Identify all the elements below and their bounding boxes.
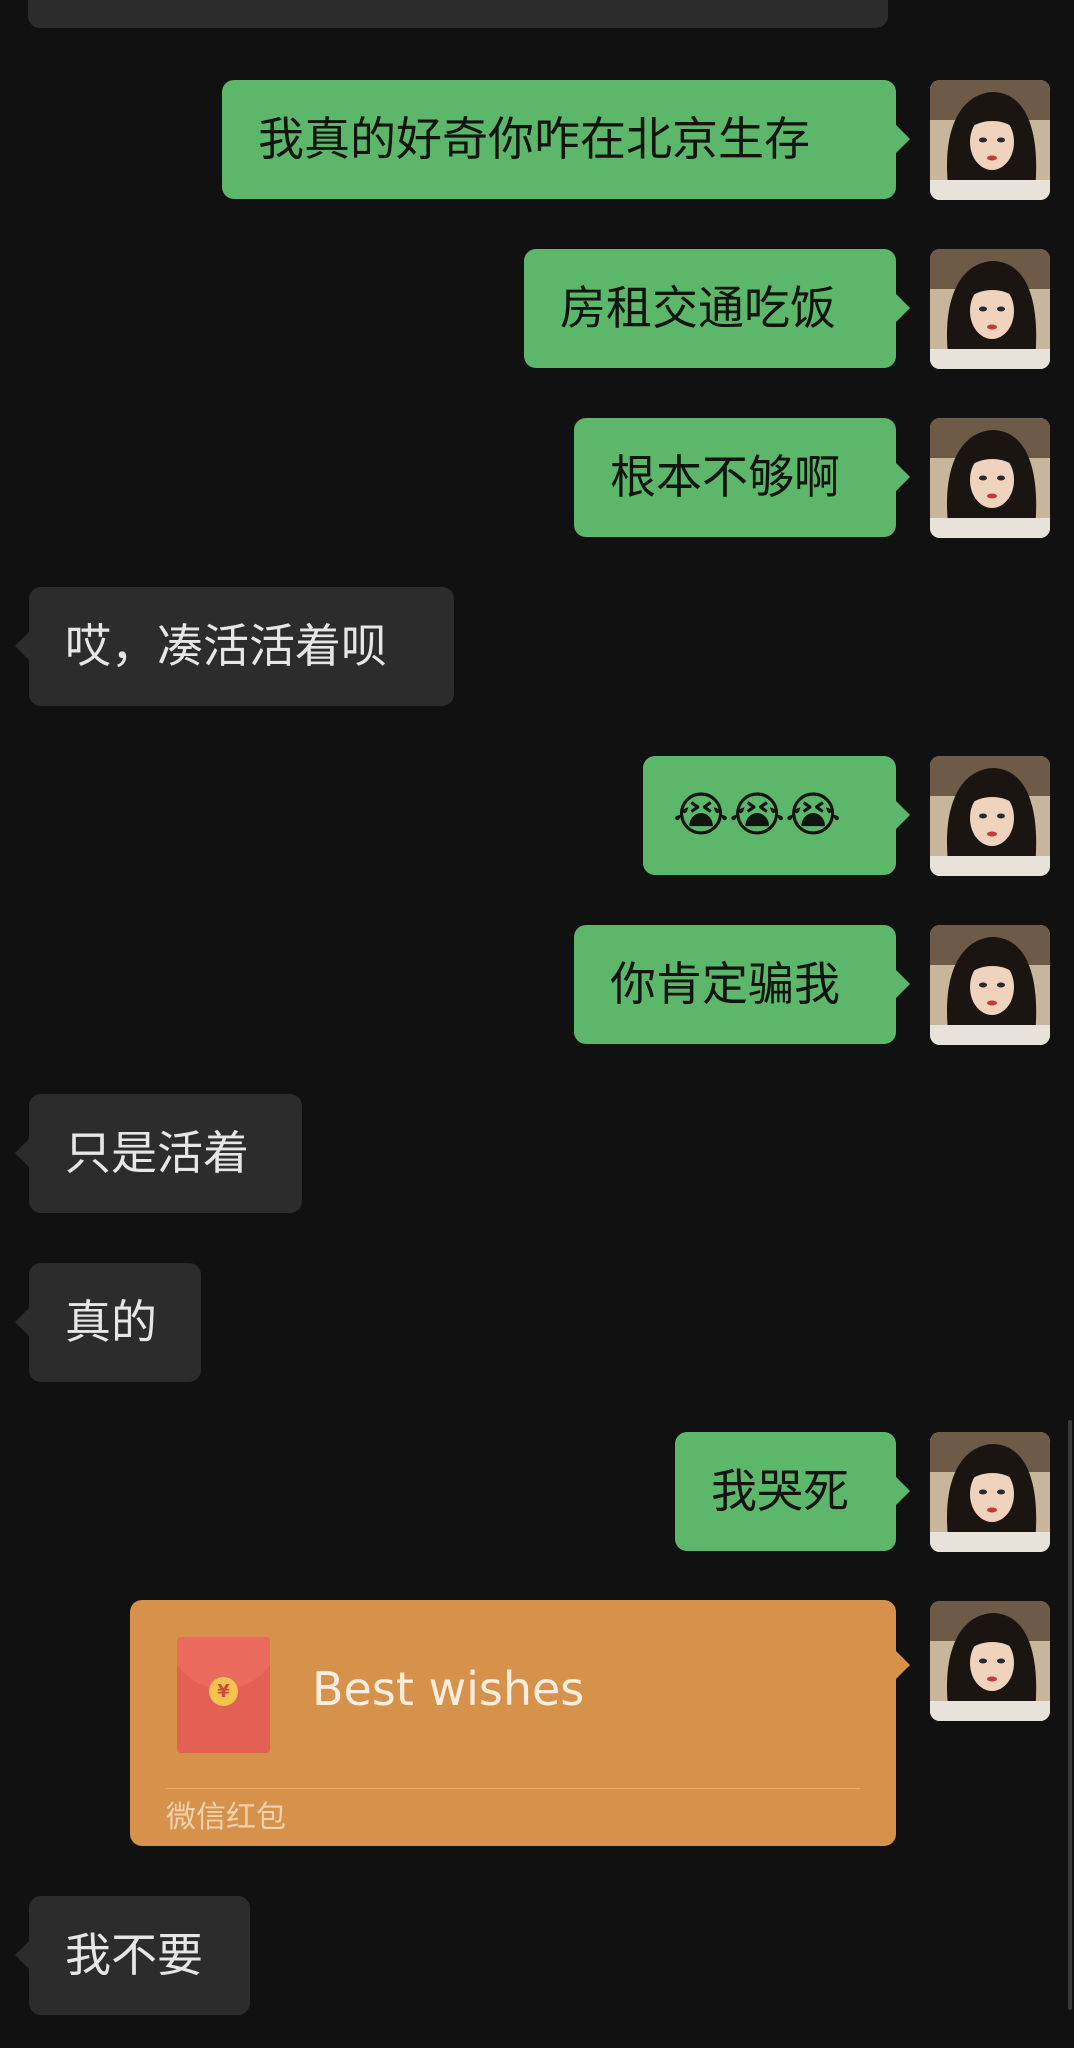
message-bubble-incoming[interactable]: 只是活着 — [15, 1094, 302, 1213]
avatar-icon — [930, 756, 1050, 876]
red-envelope-icon: ¥ — [177, 1637, 270, 1753]
message-bubble-outgoing[interactable]: 我真的好奇你咋在北京生存 — [222, 80, 910, 199]
message-bubble-outgoing[interactable]: 😭😭😭 — [643, 756, 910, 875]
avatar[interactable] — [930, 80, 1050, 200]
message-text: 我真的好奇你咋在北京生存 — [258, 112, 810, 166]
avatar[interactable] — [930, 756, 1050, 876]
message-text: 只是活着 — [65, 1126, 249, 1180]
avatar[interactable] — [930, 1432, 1050, 1552]
red-packet-title: Best wishes — [312, 1662, 585, 1716]
message-bubble-incoming[interactable]: 真的 — [15, 1263, 201, 1382]
avatar[interactable] — [930, 925, 1050, 1045]
message-text: 根本不够啊 — [610, 450, 840, 504]
red-packet-card[interactable]: ¥ Best wishes 微信红包 — [130, 1600, 910, 1846]
avatar-icon — [930, 418, 1050, 538]
message-text: 哎，凑活活着呗 — [65, 619, 387, 673]
avatar[interactable] — [930, 1601, 1050, 1721]
crying-emoji-icon: 😭😭😭 — [673, 787, 842, 843]
avatar-icon — [930, 1601, 1050, 1721]
avatar-icon — [930, 1432, 1050, 1552]
message-text: 你肯定骗我 — [610, 957, 840, 1011]
message-text: 房租交通吃饭 — [560, 281, 836, 335]
message-text: 我哭死 — [711, 1464, 849, 1518]
message-text: 我不要 — [65, 1928, 203, 1982]
divider — [166, 1788, 860, 1789]
message-bubble-outgoing[interactable]: 房租交通吃饭 — [524, 249, 910, 368]
previous-message-bubble — [28, 0, 888, 28]
avatar-icon — [930, 249, 1050, 369]
scrollbar[interactable] — [1068, 1420, 1072, 2010]
avatar[interactable] — [930, 418, 1050, 538]
red-packet-footer: 微信红包 — [166, 1800, 286, 1835]
message-bubble-outgoing[interactable]: 你肯定骗我 — [574, 925, 910, 1044]
message-bubble-outgoing[interactable]: 根本不够啊 — [574, 418, 910, 537]
avatar[interactable] — [930, 249, 1050, 369]
yuan-coin-icon: ¥ — [209, 1677, 238, 1706]
avatar-icon — [930, 80, 1050, 200]
message-bubble-incoming[interactable]: 哎，凑活活着呗 — [15, 587, 454, 706]
message-text: 真的 — [65, 1295, 157, 1349]
message-bubble-incoming[interactable]: 我不要 — [15, 1896, 250, 2015]
message-bubble-outgoing[interactable]: 我哭死 — [675, 1432, 910, 1551]
avatar-icon — [930, 925, 1050, 1045]
